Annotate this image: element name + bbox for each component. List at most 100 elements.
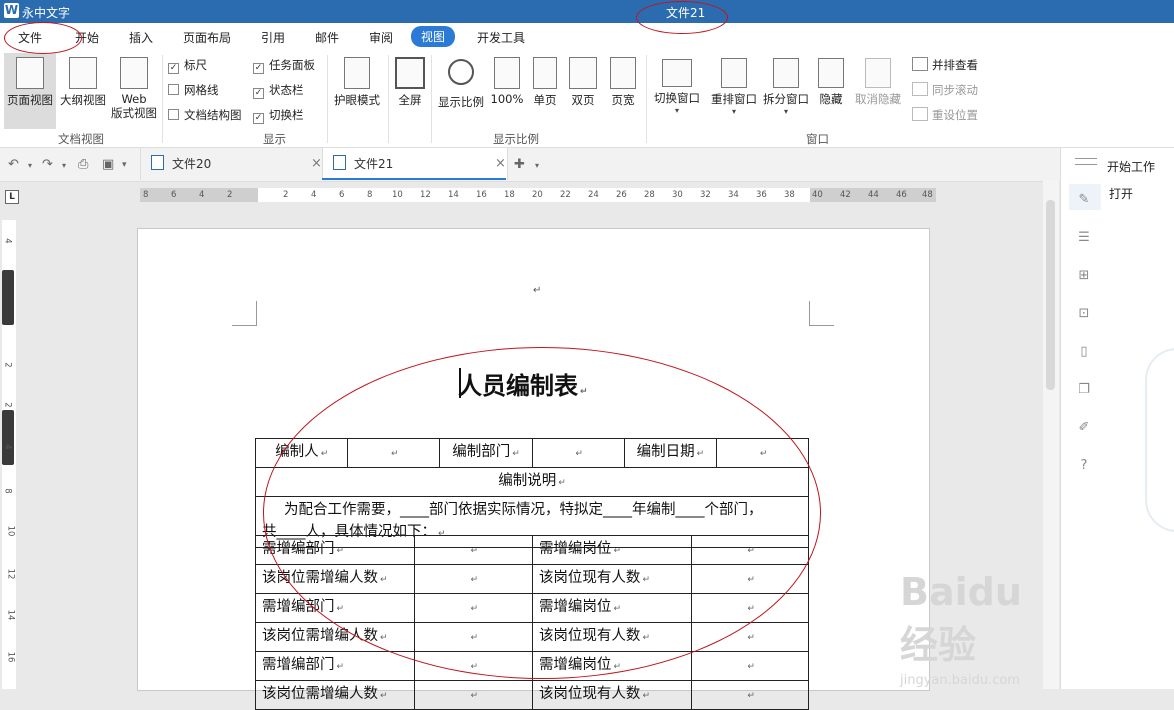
redo-icon[interactable]: ↷ bbox=[42, 157, 53, 172]
lock-icon[interactable]: ⊡ bbox=[1077, 307, 1091, 321]
single-page-icon bbox=[533, 57, 557, 89]
table-cell[interactable]: 该岗位现有人数 ↵ bbox=[531, 680, 693, 710]
doc-structure-checkbox[interactable]: 文档结构图 bbox=[168, 107, 242, 123]
side-by-side-button[interactable]: 并排查看 bbox=[912, 57, 978, 73]
customize-toolbar-icon[interactable]: ▾ bbox=[122, 160, 127, 170]
task-pane: 开始工作 打开 bbox=[1060, 148, 1174, 689]
gridlines-checkbox[interactable]: 网格线 bbox=[168, 82, 219, 98]
fullscreen-button[interactable]: 全屏 bbox=[393, 53, 427, 108]
paragraph-mark-icon: ↵ bbox=[533, 285, 542, 296]
hide-window-button[interactable]: 隐藏 bbox=[816, 53, 846, 107]
arrange-window-button[interactable]: 重排窗口 ▾ bbox=[709, 53, 759, 116]
page-width-button[interactable]: 页宽 bbox=[607, 53, 639, 108]
tab-insert[interactable]: 插入 bbox=[129, 29, 153, 46]
web-view-icon bbox=[120, 57, 148, 89]
single-page-button[interactable]: 单页 bbox=[530, 53, 560, 108]
ruler-checkbox[interactable]: ✓ 标尺 bbox=[168, 57, 207, 74]
ruler-tick: 36 bbox=[756, 190, 767, 200]
table-cell[interactable]: 需增编部门 ↵ bbox=[255, 651, 415, 681]
print-preview-icon[interactable]: ⎙ bbox=[78, 157, 88, 172]
page-width-icon bbox=[610, 57, 636, 89]
watermark: Baidu经验 jingyan.baidu.com bbox=[900, 570, 1022, 688]
undo-dropdown-icon[interactable]: ▾ bbox=[28, 161, 32, 170]
task-pane-checkbox[interactable]: ✓ 任务面板 bbox=[253, 57, 315, 74]
crop-mark bbox=[232, 301, 257, 326]
pencil-icon[interactable]: ✎ bbox=[1077, 193, 1091, 207]
table-cell[interactable]: ↵ bbox=[691, 680, 809, 710]
ruler-tick: 16 bbox=[476, 190, 487, 200]
doc-tab-file20[interactable]: 文件20 × bbox=[140, 148, 331, 180]
zoom-100-icon bbox=[494, 57, 520, 89]
edit-note-icon[interactable]: ✐ bbox=[1077, 421, 1091, 435]
tab-view[interactable]: 视图 bbox=[411, 26, 456, 47]
checkmark-icon: ✓ bbox=[253, 88, 264, 99]
help-icon[interactable]: ? bbox=[1077, 459, 1091, 473]
page-view-button[interactable]: 页面视图 bbox=[4, 53, 56, 129]
undo-icon[interactable]: ↶ bbox=[8, 157, 19, 172]
active-tab-indicator bbox=[322, 178, 506, 180]
zoom-ratio-button[interactable]: 显示比例 bbox=[435, 53, 487, 110]
hide-window-icon bbox=[818, 58, 844, 88]
eye-mode-button[interactable]: 护眼模式 bbox=[331, 53, 383, 108]
ruler-tick: 2 bbox=[227, 190, 233, 200]
panel-handle-icon bbox=[1075, 164, 1097, 165]
ruler-tick: 28 bbox=[644, 190, 655, 200]
status-bar-checkbox[interactable]: ✓ 状态栏 bbox=[253, 82, 304, 99]
page-view-icon bbox=[16, 57, 44, 89]
ruler-slider-handle[interactable] bbox=[2, 410, 14, 465]
ribbon-divider bbox=[327, 55, 328, 143]
open-link[interactable]: 打开 bbox=[1109, 185, 1133, 202]
ruler-slider-handle[interactable] bbox=[2, 270, 14, 325]
zoom-100-button[interactable]: 100% bbox=[489, 53, 525, 106]
switch-bar-checkbox[interactable]: ✓ 切换栏 bbox=[253, 107, 304, 124]
cell-mark-icon: ↵ bbox=[470, 691, 479, 701]
table-cell[interactable]: ↵ bbox=[691, 651, 809, 681]
ribbon-divider bbox=[646, 55, 647, 143]
table-cell[interactable]: 该岗位需增编人数 ↵ bbox=[255, 680, 415, 710]
ruler-tick: 34 bbox=[728, 190, 739, 200]
tab-page-layout[interactable]: 页面布局 bbox=[183, 29, 231, 46]
vertical-ruler[interactable]: 4 2 2 4 8 10 12 14 16 bbox=[2, 220, 16, 689]
reset-position-button[interactable]: 重设位置 bbox=[912, 107, 978, 123]
web-view-button[interactable]: Web 版式视图 bbox=[110, 53, 158, 120]
close-icon[interactable]: × bbox=[311, 148, 322, 180]
new-document-icon[interactable]: ✚ bbox=[514, 157, 525, 172]
unhide-window-button[interactable]: 取消隐藏 bbox=[851, 53, 905, 107]
document-icon bbox=[333, 155, 346, 170]
ruler-tick: 46 bbox=[896, 190, 907, 200]
horizontal-ruler[interactable]: 8 6 4 2 2 4 6 8 10 12 14 16 18 20 22 24 … bbox=[140, 188, 936, 202]
switch-window-button[interactable]: 切换窗口 ▾ bbox=[651, 53, 703, 115]
tab-references[interactable]: 引用 bbox=[261, 29, 285, 46]
ruler-tick: 32 bbox=[700, 190, 711, 200]
structure-icon[interactable]: ⊞ bbox=[1077, 269, 1091, 283]
ruler-tick: 8 bbox=[2, 488, 13, 494]
tab-review[interactable]: 审阅 bbox=[369, 29, 393, 46]
save-icon[interactable]: ▣ bbox=[102, 157, 114, 172]
double-page-button[interactable]: 双页 bbox=[566, 53, 600, 108]
ruler-toggle-icon[interactable]: L bbox=[5, 190, 19, 204]
ruler-tick: 18 bbox=[504, 190, 515, 200]
copy-icon[interactable]: ❐ bbox=[1077, 383, 1091, 397]
sync-scroll-button[interactable]: 同步滚动 bbox=[912, 82, 978, 98]
double-page-icon bbox=[569, 57, 597, 89]
table-cell[interactable]: ↵ bbox=[413, 680, 533, 710]
decoration-illustration bbox=[1145, 348, 1174, 532]
outline-view-button[interactable]: 大纲视图 bbox=[58, 53, 108, 108]
tab-mailings[interactable]: 邮件 bbox=[315, 29, 339, 46]
split-window-button[interactable]: 拆分窗口 ▾ bbox=[761, 53, 811, 116]
ruler-tick: 26 bbox=[616, 190, 627, 200]
redo-dropdown-icon[interactable]: ▾ bbox=[62, 161, 66, 170]
doc-tab-file21[interactable]: 文件21 × bbox=[322, 148, 508, 180]
tab-developer[interactable]: 开发工具 bbox=[477, 29, 525, 46]
ruler-tick: 30 bbox=[672, 190, 683, 200]
clipboard-icon[interactable]: ▯ bbox=[1077, 345, 1091, 359]
group-label-display: 显示 bbox=[263, 132, 286, 146]
new-document-dropdown-icon[interactable]: ▾ bbox=[535, 161, 539, 170]
ruler-tick: 10 bbox=[5, 525, 16, 537]
ruler-tick: 16 bbox=[5, 651, 16, 663]
settings-sliders-icon[interactable]: ☰ bbox=[1077, 231, 1091, 245]
scrollbar-thumb[interactable] bbox=[1046, 200, 1055, 390]
ruler-tick: 38 bbox=[784, 190, 795, 200]
close-icon[interactable]: × bbox=[495, 148, 506, 180]
cell-mark-icon: ↵ bbox=[747, 633, 755, 643]
